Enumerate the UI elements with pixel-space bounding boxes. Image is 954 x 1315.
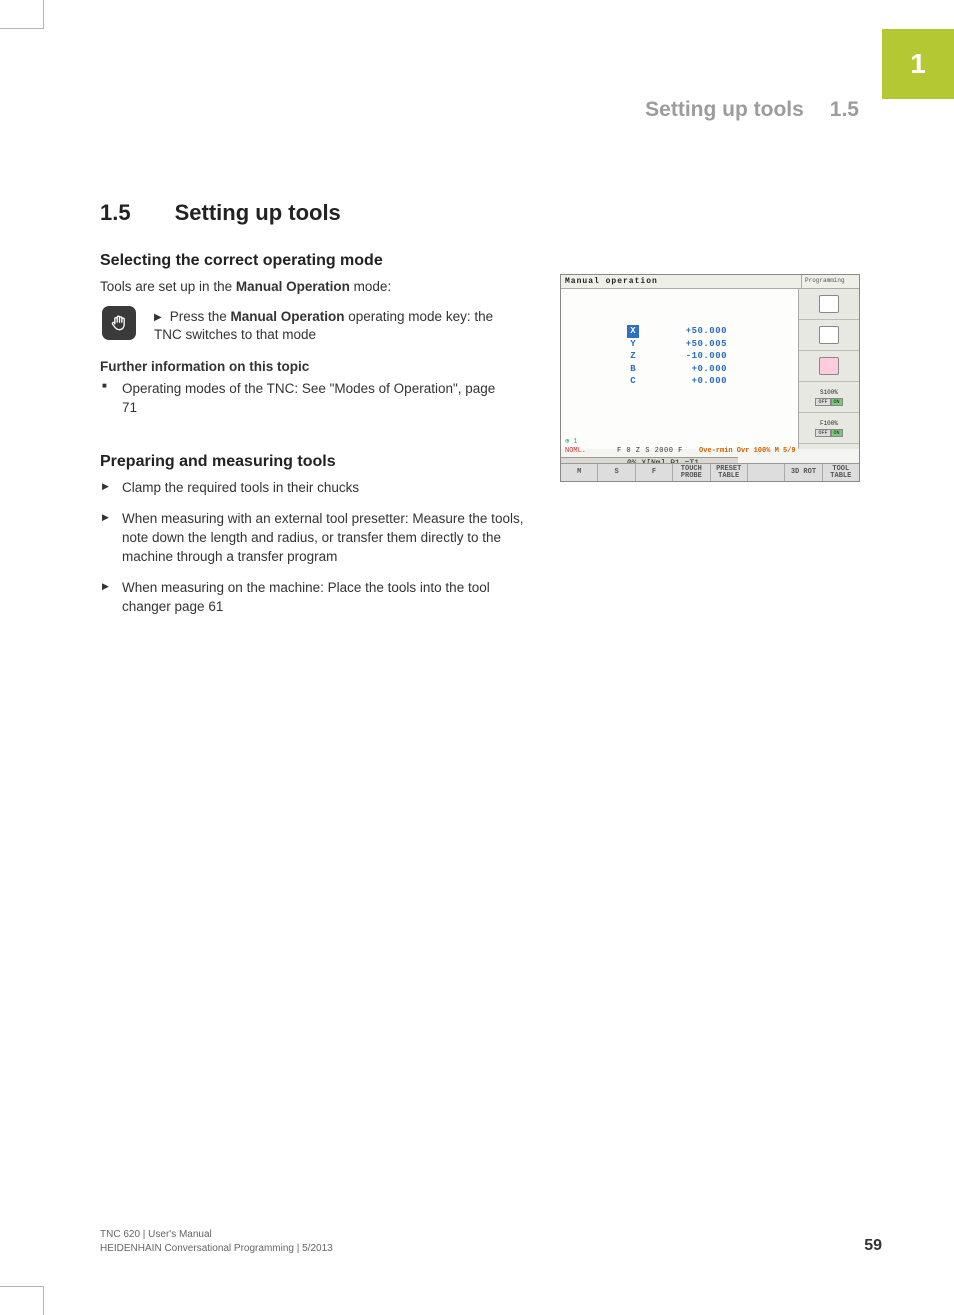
list-item: Operating modes of the TNC: See "Modes o… [100, 380, 500, 418]
section-number: 1.5 [100, 200, 131, 226]
list-item: Clamp the required tools in their chucks [100, 479, 530, 498]
axis-value: +50.005 [647, 338, 727, 351]
footer-info: TNC 620 | User's Manual HEIDENHAIN Conve… [100, 1228, 333, 1255]
softkey-f: F [636, 464, 673, 481]
softkey-preset-table: PRESET TABLE [711, 464, 748, 481]
manual-operation-key-icon [102, 306, 136, 340]
preview-icon [819, 295, 839, 313]
scr-side-panel: S100%OFFON F100%OFFON [799, 289, 859, 449]
softkey-m: M [561, 464, 598, 481]
page-number: 59 [864, 1237, 882, 1255]
axis-readout: X +50.000 Y +50.005 Z -10.000 B +0.000 C +0.0… [627, 325, 727, 388]
axis-value: -10.000 [647, 350, 727, 363]
side-label: S100% [815, 389, 842, 396]
running-header: Setting up tools 1.5 [645, 98, 859, 122]
subsection-heading: Selecting the correct operating mode [100, 252, 860, 270]
tnc-screenshot: Manual operation Programming X +50.000 Y +… [560, 274, 860, 482]
scr-title: Manual operation [561, 275, 801, 288]
crop-mark [43, 1287, 44, 1315]
axis-label: Z [627, 350, 639, 363]
triangle-bullet-icon: ▶ [154, 311, 162, 325]
softkey-tool-table: TOOL TABLE [823, 464, 859, 481]
text: Press the [170, 309, 231, 324]
hand-icon [109, 313, 129, 333]
preview-icon [819, 326, 839, 344]
axis-label: C [627, 375, 639, 388]
axis-label: Y [627, 338, 639, 351]
further-info-list: Operating modes of the TNC: See "Modes o… [100, 380, 500, 418]
chapter-tab: 1 [882, 29, 954, 99]
step-text: ▶Press the Manual Operation operating mo… [154, 306, 514, 344]
softkey-touch-probe: TOUCH PROBE [673, 464, 710, 481]
scr-header: Manual operation Programming [561, 275, 859, 289]
softkey-empty [748, 464, 785, 481]
section-title: Setting up tools [175, 200, 341, 226]
scr-status-values: F 0 Z S 2000 F [617, 447, 683, 455]
off-label: OFF [815, 429, 830, 437]
scr-body: X +50.000 Y +50.005 Z -10.000 B +0.000 C +0.0… [561, 289, 799, 449]
footer-line2: HEIDENHAIN Conversational Programming | … [100, 1242, 333, 1256]
on-label: ON [831, 429, 843, 437]
axis-value: +0.000 [647, 375, 727, 388]
softkey-row: M S F TOUCH PROBE PRESET TABLE 3D ROT TO… [561, 463, 859, 481]
axis-label: X [627, 325, 639, 338]
side-button [799, 289, 859, 320]
section-heading: 1.5 Setting up tools [100, 200, 860, 226]
text: mode: [350, 279, 391, 294]
footer: TNC 620 | User's Manual HEIDENHAIN Conve… [100, 1228, 882, 1255]
preview-icon [819, 357, 839, 375]
list-item: When measuring on the machine: Place the… [100, 579, 530, 617]
running-title: Setting up tools [645, 98, 804, 122]
off-label: OFF [815, 398, 830, 406]
axis-value: +0.000 [647, 363, 727, 376]
crop-mark [43, 0, 44, 28]
scr-override-text: Ove-rmin Ovr 100% M 5/9 [699, 447, 796, 455]
softkey-3d-rot: 3D ROT [785, 464, 822, 481]
scr-mode-secondary: Programming [801, 275, 859, 288]
softkey-s: S [598, 464, 635, 481]
running-section-number: 1.5 [830, 98, 859, 122]
scr-datum-indicator: ⊕ 1 [565, 437, 578, 446]
axis-label: B [627, 363, 639, 376]
side-button [799, 351, 859, 382]
crop-mark [0, 28, 44, 29]
footer-line1: TNC 620 | User's Manual [100, 1228, 333, 1242]
text-bold: Manual Operation [230, 309, 344, 324]
on-label: ON [831, 398, 843, 406]
scr-noml-label: NOML. [565, 447, 586, 455]
side-button [799, 320, 859, 351]
list-item: When measuring with an external tool pre… [100, 510, 530, 567]
page: 1 Setting up tools 1.5 1.5 Setting up to… [0, 0, 954, 1315]
step-list: Clamp the required tools in their chucks… [100, 479, 530, 616]
text-bold: Manual Operation [236, 279, 350, 294]
side-button-f100: F100% OFFON [799, 413, 859, 444]
side-label: F100% [815, 420, 842, 427]
text: Tools are set up in the [100, 279, 236, 294]
axis-value: +50.000 [647, 325, 727, 338]
crop-mark [0, 1286, 44, 1287]
side-button-s100: S100% OFFON [799, 382, 859, 413]
